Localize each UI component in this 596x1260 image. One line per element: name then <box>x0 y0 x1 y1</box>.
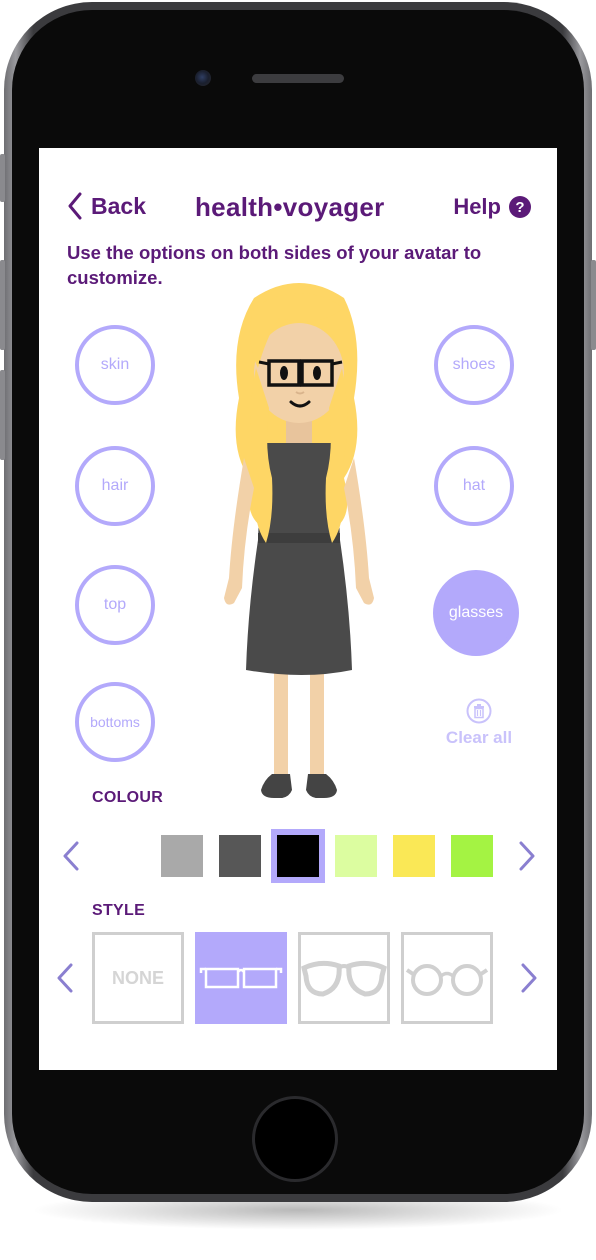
clear-all-button[interactable]: Clear all <box>439 698 519 748</box>
style-option-rectangular[interactable] <box>195 932 287 1024</box>
rectangular-glasses-icon <box>199 967 283 989</box>
option-label: hair <box>101 477 129 494</box>
option-label: top <box>103 596 127 613</box>
colour-swatch[interactable] <box>271 829 325 883</box>
avatar-left-shoe <box>261 774 292 798</box>
style-option-cat-eye[interactable] <box>298 932 390 1024</box>
home-button[interactable] <box>252 1096 338 1182</box>
option-top[interactable]: top <box>75 565 155 645</box>
option-shoes[interactable]: shoes <box>434 325 514 405</box>
colour-next-button[interactable] <box>515 839 539 873</box>
colour-swatch[interactable] <box>451 835 493 877</box>
option-label: bottoms <box>90 714 140 730</box>
back-button[interactable]: Back <box>67 192 146 220</box>
back-label: Back <box>91 192 146 219</box>
help-label: Help <box>453 194 501 219</box>
clear-all-label: Clear all <box>445 728 513 747</box>
volume-down-button <box>0 370 5 460</box>
option-label: glasses <box>448 604 504 621</box>
avatar-left-eye <box>280 366 288 380</box>
style-option-round[interactable] <box>401 932 493 1024</box>
option-label: shoes <box>452 356 496 373</box>
option-hair[interactable]: hair <box>75 446 155 526</box>
help-icon: ? <box>509 196 531 218</box>
power-button <box>591 260 596 350</box>
colour-prev-button[interactable] <box>59 839 83 873</box>
style-label: STYLE <box>92 902 146 919</box>
cat-eye-glasses-icon <box>301 960 387 997</box>
avatar-left-leg <box>274 673 288 778</box>
option-label: skin <box>100 356 130 373</box>
front-camera <box>195 70 211 86</box>
colour-swatch[interactable] <box>219 835 261 877</box>
avatar-belt <box>258 533 340 543</box>
option-label: hat <box>462 477 486 494</box>
option-skin[interactable]: skin <box>75 325 155 405</box>
avatar-right-arm <box>344 458 374 605</box>
option-bottoms[interactable]: bottoms <box>75 682 155 762</box>
avatar-right-eye <box>313 366 321 380</box>
style-none-label: NONE <box>111 967 164 988</box>
colour-swatch[interactable] <box>161 835 203 877</box>
avatar-right-leg <box>310 673 324 778</box>
colour-swatch[interactable] <box>393 835 435 877</box>
trash-icon <box>466 698 492 724</box>
avatar-right-shoe <box>306 774 337 798</box>
colour-label: COLOUR <box>92 789 164 806</box>
colour-swatch[interactable] <box>335 835 377 877</box>
help-button[interactable]: Help ? <box>453 194 531 220</box>
mute-switch <box>0 154 5 202</box>
app-title: health•voyager <box>195 192 385 222</box>
chevron-left-icon <box>68 192 82 220</box>
avatar-left-arm <box>224 458 254 605</box>
style-option-none[interactable]: NONE <box>92 932 184 1024</box>
app-screen: Back health•voyager Help ? Use the optio… <box>39 148 557 1070</box>
avatar-figure <box>224 283 374 798</box>
nav-bar: Back health•voyager Help ? <box>39 192 557 228</box>
option-hat[interactable]: hat <box>434 446 514 526</box>
style-prev-button[interactable] <box>53 961 77 995</box>
round-glasses-icon <box>405 964 489 996</box>
option-glasses[interactable]: glasses <box>433 570 519 656</box>
style-next-button[interactable] <box>517 961 541 995</box>
earpiece-speaker <box>252 74 344 83</box>
volume-up-button <box>0 260 5 350</box>
